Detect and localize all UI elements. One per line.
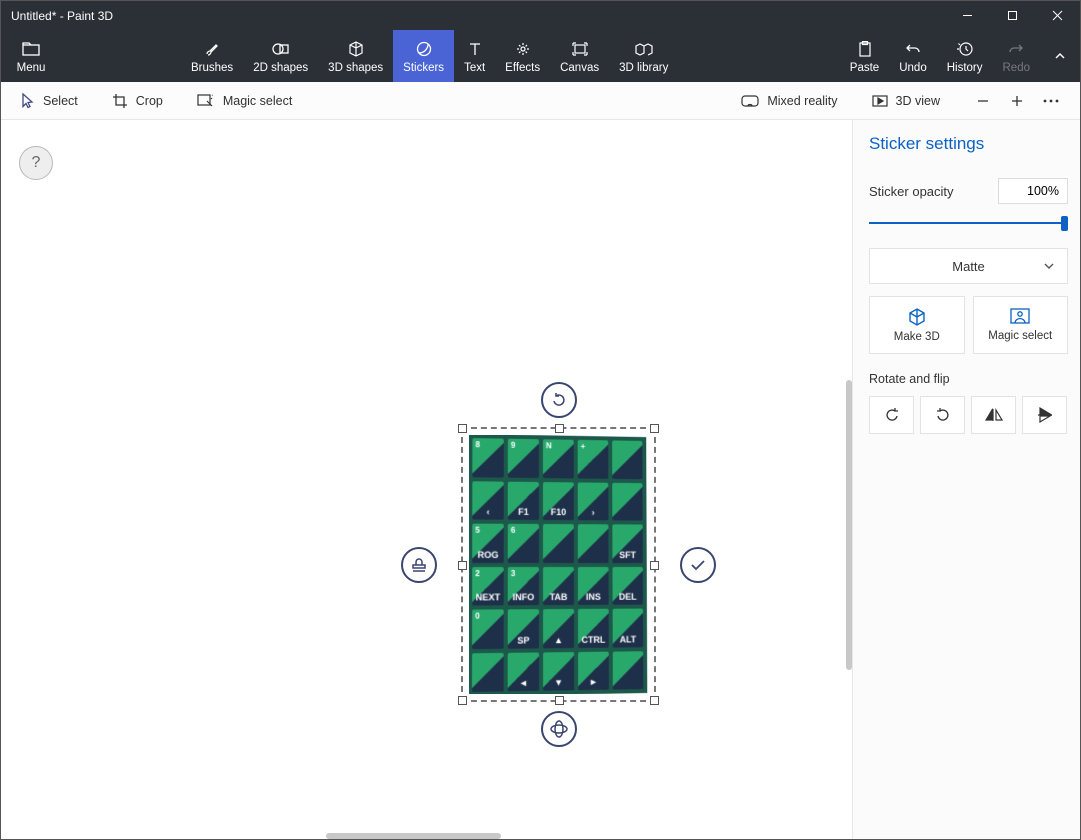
- zoom-out-button[interactable]: [966, 84, 1000, 118]
- play3d-icon: [872, 95, 888, 107]
- ribbon: Menu Brushes 2D shapes 3D shapes Sticker…: [1, 30, 1080, 82]
- make-3d-button[interactable]: Make 3D: [869, 296, 965, 354]
- collapse-ribbon-button[interactable]: [1040, 30, 1080, 82]
- crop-tool[interactable]: Crop: [104, 89, 171, 113]
- cube-icon: [348, 39, 364, 59]
- 3d-view-button[interactable]: 3D view: [864, 90, 948, 112]
- rotate-3d-button[interactable]: [541, 711, 577, 747]
- shapes2d-icon: [272, 39, 290, 59]
- redo-icon: [1008, 39, 1024, 59]
- folder-icon: [22, 39, 40, 59]
- tab-2d-shapes[interactable]: 2D shapes: [243, 30, 318, 82]
- help-button[interactable]: ?: [19, 146, 53, 180]
- magic-select-button[interactable]: Magic select: [973, 296, 1069, 354]
- main-area: ? 89N+‹F1F10›5ROG6SFT2NEXT3INFOTABINSDEL…: [1, 120, 1080, 839]
- title-bar: Untitled* - Paint 3D: [1, 1, 1080, 30]
- select-tool[interactable]: Select: [13, 89, 86, 113]
- paste-button[interactable]: Paste: [840, 30, 889, 82]
- sticker-icon: [416, 39, 432, 59]
- resize-handle[interactable]: [650, 696, 659, 705]
- magic-select-tool[interactable]: Magic select: [189, 90, 300, 112]
- tab-effects[interactable]: Effects: [495, 30, 550, 82]
- resize-handle[interactable]: [555, 696, 564, 705]
- panel-title: Sticker settings: [869, 134, 1068, 154]
- opacity-label: Sticker opacity: [869, 184, 954, 199]
- vertical-scrollbar[interactable]: [846, 380, 852, 670]
- material-dropdown[interactable]: Matte: [869, 248, 1068, 284]
- tab-3d-shapes[interactable]: 3D shapes: [318, 30, 393, 82]
- undo-button[interactable]: Undo: [889, 30, 937, 82]
- effects-icon: [515, 39, 531, 59]
- resize-handle[interactable]: [458, 424, 467, 433]
- resize-handle[interactable]: [650, 561, 659, 570]
- zoom-in-button[interactable]: [1000, 84, 1034, 118]
- commit-button[interactable]: [680, 547, 716, 583]
- slider-thumb[interactable]: [1061, 216, 1068, 231]
- vr-icon: [741, 95, 759, 107]
- tab-3d-library[interactable]: 3D library: [609, 30, 678, 82]
- app-window: Untitled* - Paint 3D Menu Brushes 2D sha…: [0, 0, 1081, 840]
- rotate-ccw-button[interactable]: [869, 396, 914, 434]
- brush-icon: [204, 39, 220, 59]
- opacity-input[interactable]: [998, 178, 1068, 204]
- selection-bounding-box[interactable]: 89N+‹F1F10›5ROG6SFT2NEXT3INFOTABINSDEL0S…: [461, 427, 656, 702]
- stamp-button[interactable]: [401, 547, 437, 583]
- slider-track: [869, 222, 1068, 224]
- magic-icon: [197, 94, 215, 108]
- paste-icon: [858, 39, 872, 59]
- side-panel: Sticker settings Sticker opacity Matte M…: [853, 120, 1080, 839]
- opacity-slider[interactable]: [869, 212, 1068, 234]
- redo-button[interactable]: Redo: [993, 30, 1041, 82]
- minimize-button[interactable]: [945, 1, 990, 30]
- rotate-flip-label: Rotate and flip: [869, 372, 1068, 386]
- resize-handle[interactable]: [458, 561, 467, 570]
- rotate-cw-button[interactable]: [920, 396, 965, 434]
- flip-horizontal-button[interactable]: [971, 396, 1016, 434]
- sticker-image[interactable]: 89N+‹F1F10›5ROG6SFT2NEXT3INFOTABINSDEL0S…: [469, 435, 648, 694]
- flip-vertical-button[interactable]: [1022, 396, 1067, 434]
- history-icon: [957, 39, 973, 59]
- maximize-button[interactable]: [990, 1, 1035, 30]
- library-icon: [635, 39, 653, 59]
- close-button[interactable]: [1035, 1, 1080, 30]
- undo-icon: [905, 39, 921, 59]
- menu-button[interactable]: Menu: [1, 30, 61, 82]
- magic-person-icon: [1009, 308, 1031, 326]
- resize-handle[interactable]: [458, 696, 467, 705]
- menu-label: Menu: [17, 62, 46, 74]
- tab-canvas[interactable]: Canvas: [550, 30, 609, 82]
- canvas-icon: [572, 39, 588, 59]
- chevron-down-icon: [1043, 260, 1055, 272]
- crop-icon: [112, 93, 128, 109]
- history-button[interactable]: History: [937, 30, 993, 82]
- tab-brushes[interactable]: Brushes: [181, 30, 243, 82]
- tab-stickers[interactable]: Stickers: [393, 30, 454, 82]
- more-button[interactable]: [1034, 84, 1068, 118]
- tab-text[interactable]: Text: [454, 30, 495, 82]
- horizontal-scrollbar[interactable]: [326, 833, 501, 839]
- rotate-z-button[interactable]: [541, 382, 577, 418]
- window-title: Untitled* - Paint 3D: [1, 9, 945, 23]
- resize-handle[interactable]: [555, 424, 564, 433]
- canvas-area[interactable]: ? 89N+‹F1F10›5ROG6SFT2NEXT3INFOTABINSDEL…: [1, 120, 853, 839]
- cube-icon: [907, 307, 927, 327]
- text-icon: [468, 39, 482, 59]
- cursor-icon: [21, 93, 35, 109]
- sub-toolbar: Select Crop Magic select Mixed reality 3…: [1, 82, 1080, 120]
- mixed-reality-button[interactable]: Mixed reality: [733, 90, 845, 112]
- resize-handle[interactable]: [650, 424, 659, 433]
